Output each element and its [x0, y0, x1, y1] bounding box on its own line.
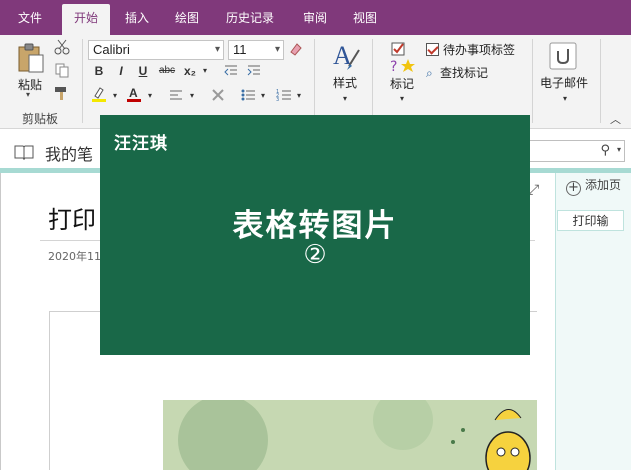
bullet-list-icon[interactable]: [240, 87, 256, 103]
todo-tag-label: 待办事项标签: [443, 43, 516, 57]
search-input[interactable]: ⚲ ▾: [525, 140, 625, 162]
find-tags-icon: ⌕: [426, 66, 433, 80]
tag-dropdown-icon[interactable]: ▾: [397, 90, 407, 108]
collapse-ribbon-icon[interactable]: ︿: [610, 111, 621, 127]
notebook-title[interactable]: 我的笔: [45, 141, 93, 165]
format-painter-icon[interactable]: [54, 85, 70, 101]
svg-text:3: 3: [276, 97, 279, 103]
page-date: 2020年11: [48, 250, 101, 263]
font-size-select[interactable]: 11 ▾: [228, 40, 284, 60]
tag-icon[interactable]: ?: [388, 41, 418, 73]
tab-home[interactable]: 开始: [62, 4, 110, 35]
divider: [532, 39, 533, 123]
cut-icon[interactable]: [54, 39, 70, 55]
embedded-image[interactable]: [163, 400, 537, 470]
tab-draw[interactable]: 绘图: [166, 0, 208, 35]
overlay-brand: 汪汪琪: [114, 134, 168, 154]
find-tags-label: 查找标记: [440, 66, 489, 80]
chevron-down-icon[interactable]: ▾: [617, 145, 621, 154]
add-page-button[interactable]: + 添加页: [566, 176, 621, 196]
email-page-icon[interactable]: [548, 41, 578, 71]
divider: [372, 39, 373, 123]
svg-text:A: A: [129, 86, 138, 100]
svg-text:?: ?: [390, 59, 397, 73]
increase-indent-icon[interactable]: [246, 63, 262, 79]
highlight-icon[interactable]: [91, 86, 107, 102]
copy-icon[interactable]: [54, 62, 70, 78]
paste-icon[interactable]: [17, 43, 45, 73]
align-icon[interactable]: [168, 87, 184, 103]
checkbox-icon: [426, 43, 439, 56]
italic-button[interactable]: I: [113, 62, 129, 80]
clipboard-group-label: 剪贴板: [22, 112, 59, 126]
styles-dropdown-icon[interactable]: ▾: [340, 90, 350, 108]
divider: [600, 39, 601, 123]
plus-icon: +: [566, 181, 581, 196]
bullet-dropdown-icon[interactable]: ▾: [258, 87, 268, 105]
clear-icon[interactable]: [210, 87, 226, 103]
overlay-subtitle: ②: [303, 240, 327, 270]
ribbon-tab-bar: 文件 开始 插入 绘图 历史记录 审阅 视图: [0, 0, 631, 35]
chevron-down-icon: ▾: [214, 44, 220, 55]
styles-icon[interactable]: A: [331, 40, 361, 72]
subscript-button[interactable]: x₂: [181, 62, 199, 80]
clear-formatting-icon[interactable]: [288, 41, 304, 57]
divider: [314, 39, 315, 123]
tab-history[interactable]: 历史记录: [218, 0, 282, 35]
font-name-value: Calibri: [93, 42, 130, 57]
font-size-value: 11: [233, 42, 247, 57]
cartoon-illustration: [163, 400, 537, 470]
strikethrough-button[interactable]: abc: [155, 62, 179, 80]
email-label[interactable]: 电子邮件: [540, 74, 588, 91]
search-icon[interactable]: ⚲: [600, 143, 610, 158]
font-name-select[interactable]: Calibri ▾: [88, 40, 224, 60]
numbered-list-icon[interactable]: 123: [276, 87, 292, 103]
notebook-icon[interactable]: [14, 144, 34, 160]
paste-dropdown-icon[interactable]: ▾: [26, 90, 30, 99]
todo-tag-button[interactable]: 待办事项标签: [426, 41, 515, 58]
subscript-dropdown-icon[interactable]: ▾: [200, 62, 210, 80]
highlight-dropdown-icon[interactable]: ▾: [110, 87, 120, 105]
tab-insert[interactable]: 插入: [116, 0, 158, 35]
email-dropdown-icon[interactable]: ▾: [560, 90, 570, 108]
divider: [0, 173, 1, 470]
font-color-dropdown-icon[interactable]: ▾: [145, 87, 155, 105]
numbered-dropdown-icon[interactable]: ▾: [294, 87, 304, 105]
underline-button[interactable]: U: [135, 62, 151, 80]
align-dropdown-icon[interactable]: ▾: [187, 87, 197, 105]
overlay-banner: 汪汪琪 表格转图片 ②: [100, 115, 530, 355]
bold-button[interactable]: B: [91, 62, 107, 80]
tab-review[interactable]: 审阅: [294, 0, 336, 35]
find-tags-button[interactable]: ⌕ 查找标记: [426, 64, 488, 81]
decrease-indent-icon[interactable]: [223, 63, 239, 79]
page-title[interactable]: 打印: [48, 200, 96, 235]
overlay-title: 表格转图片: [232, 208, 398, 244]
page-list-item[interactable]: 打印输: [557, 210, 624, 231]
font-color-icon[interactable]: A: [126, 86, 142, 102]
tab-view[interactable]: 视图: [344, 0, 386, 35]
tab-file[interactable]: 文件: [8, 0, 52, 35]
chevron-down-icon: ▾: [274, 44, 280, 55]
styles-label[interactable]: 样式: [333, 74, 357, 91]
add-page-label: 添加页: [585, 178, 622, 192]
divider: [82, 39, 83, 123]
